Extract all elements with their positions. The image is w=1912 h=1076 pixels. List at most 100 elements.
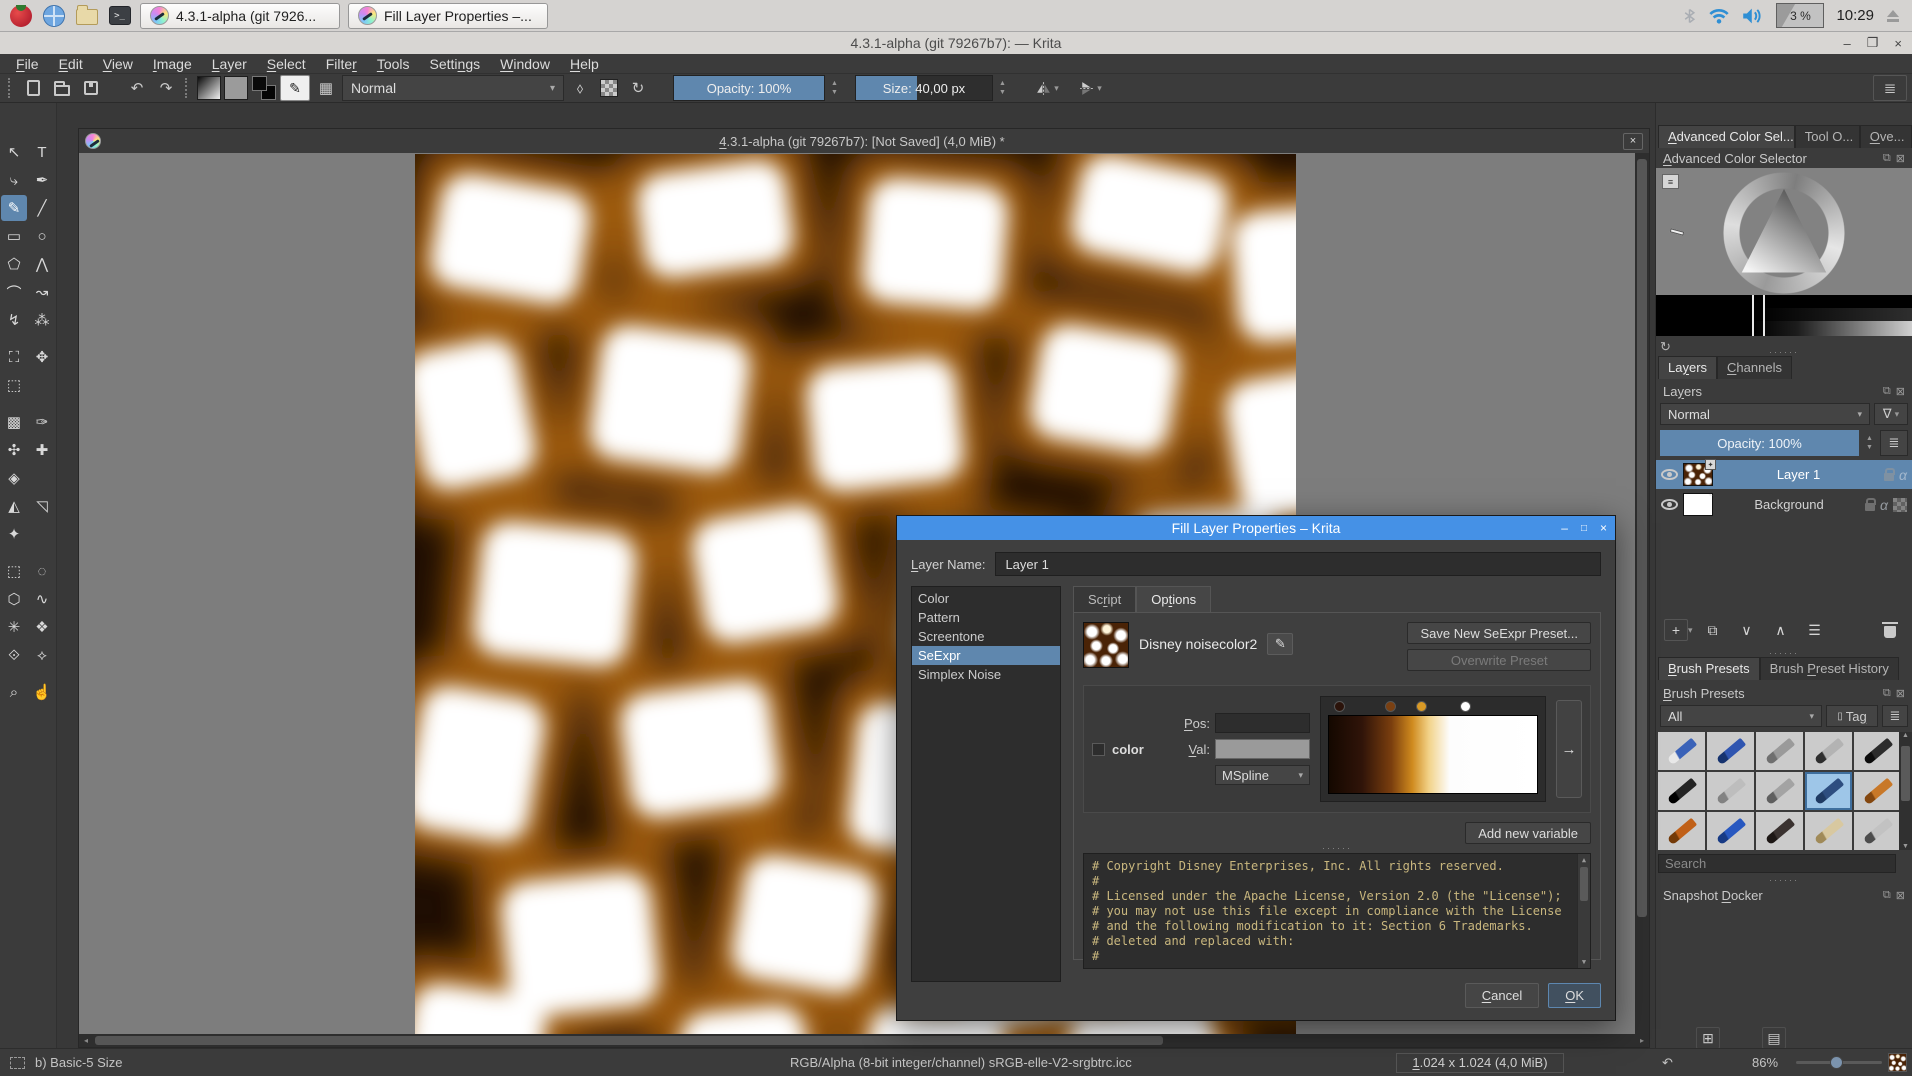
lock-icon[interactable]: [1884, 473, 1894, 481]
generator-type-seexpr[interactable]: SeExpr: [912, 646, 1060, 665]
close-icon[interactable]: ×: [1600, 521, 1607, 535]
volume-icon[interactable]: [1742, 7, 1764, 25]
zoom-reset-icon[interactable]: ↶: [1662, 1055, 1673, 1071]
crop-tool-icon[interactable]: ⬚: [1, 372, 27, 398]
line-tool-icon[interactable]: ╱: [29, 195, 55, 221]
brush-preset-basic-brush[interactable]: [1805, 772, 1852, 810]
measure-tool-icon[interactable]: ◹: [29, 493, 55, 519]
toolbar-drag-handle[interactable]: [8, 78, 14, 98]
delete-layer-button[interactable]: [1876, 617, 1904, 643]
float-docker-icon[interactable]: ⧉: [1883, 152, 1891, 165]
acs-docker-header[interactable]: Advanced Color Selector ⧉⊠: [1656, 148, 1912, 168]
blending-mode-select[interactable]: Normal ▾: [342, 75, 564, 101]
zoom-slider-thumb[interactable]: [1830, 1056, 1843, 1069]
overview-map-button[interactable]: [1888, 1053, 1907, 1072]
layers-docker-header[interactable]: Layers ⧉⊠: [1656, 381, 1912, 401]
bezier-select-tool-icon[interactable]: ⟐: [1, 642, 27, 668]
minimize-icon[interactable]: –: [1561, 521, 1568, 535]
size-spinner[interactable]: ▲▼: [996, 75, 1009, 101]
save-new-preset-button[interactable]: Save New SeExpr Preset...: [1407, 622, 1591, 644]
rectangle-tool-icon[interactable]: ▭: [1, 223, 27, 249]
brush-presets-header[interactable]: Brush Presets ⧉⊠: [1656, 683, 1912, 703]
menu-view[interactable]: View: [93, 54, 143, 74]
scroll-right-icon[interactable]: ▸: [1635, 1034, 1649, 1047]
ellipse-tool-icon[interactable]: ○: [29, 223, 55, 249]
gradient-stop-3[interactable]: [1460, 701, 1471, 712]
tab-advanced-color-selector[interactable]: Advanced Color Sel...: [1658, 125, 1795, 148]
alpha-lock-icon[interactable]: α: [1899, 467, 1907, 483]
brush-preset-chooser-button[interactable]: ▦: [313, 75, 339, 101]
restore-icon[interactable]: ❐: [1867, 35, 1879, 51]
close-docker-icon[interactable]: ⊠: [1896, 889, 1905, 902]
vertical-scrollbar[interactable]: [1635, 153, 1649, 1034]
splitter-handle[interactable]: ······: [1083, 844, 1591, 852]
interpolation-select[interactable]: MSpline ▾: [1215, 765, 1310, 785]
close-icon[interactable]: ×: [1894, 36, 1902, 51]
reference-images-tool-icon[interactable]: ✦: [1, 521, 27, 547]
chevron-down-icon[interactable]: ▾: [1688, 625, 1693, 636]
alpha-lock-icon[interactable]: α: [1880, 497, 1888, 513]
rect-select-tool-icon[interactable]: ⬚: [1, 558, 27, 584]
generator-type-screentone[interactable]: Screentone: [912, 627, 1060, 646]
canvas-subwindow-titlebar[interactable]: 4.3.1-alpha (git 79267b7): [Not Saved] (…: [79, 129, 1649, 153]
tab-layers[interactable]: Layers: [1658, 356, 1717, 379]
scrollbar-thumb[interactable]: [1637, 159, 1647, 917]
save-button[interactable]: [78, 75, 104, 101]
color-history-strips[interactable]: [1656, 295, 1912, 336]
brush-preset-airbrush-linear[interactable]: [1805, 732, 1852, 770]
menu-filter[interactable]: Filter: [316, 54, 367, 74]
cancel-button[interactable]: Cancel: [1465, 983, 1539, 1008]
tab-channels[interactable]: Channels: [1717, 356, 1792, 379]
splitter-handle[interactable]: ······: [1656, 877, 1912, 883]
select-shapes-tool-icon[interactable]: ↖: [1, 139, 27, 165]
brush-preset-ink-pen[interactable]: [1854, 732, 1901, 770]
tab-script[interactable]: Script: [1073, 586, 1136, 612]
brush-preset-eraser-small[interactable]: [1658, 732, 1705, 770]
assistants-tool-icon[interactable]: ◭: [1, 493, 27, 519]
zoom-tool-icon[interactable]: ⌕: [1, 679, 27, 705]
layer-thumbnail[interactable]: ⌁: [1683, 493, 1713, 516]
similar-color-select-tool-icon[interactable]: ✳: [1, 614, 27, 640]
multibrush-tool-icon[interactable]: ⁂: [29, 307, 55, 333]
dialog-titlebar[interactable]: Fill Layer Properties – Krita – □ ×: [897, 516, 1615, 540]
splitter-handle[interactable]: ······: [1656, 349, 1912, 355]
polygon-tool-icon[interactable]: ⬠: [1, 251, 27, 277]
generator-type-color[interactable]: Color: [912, 589, 1060, 608]
size-slider[interactable]: Size: 40,00 px: [855, 75, 993, 101]
float-docker-icon[interactable]: ⧉: [1883, 687, 1891, 700]
eject-icon[interactable]: [1886, 10, 1900, 22]
layer-view-mode-button[interactable]: ≣: [1880, 430, 1908, 456]
generator-type-pattern[interactable]: Pattern: [912, 608, 1060, 627]
maximize-icon[interactable]: □: [1581, 523, 1587, 534]
clock[interactable]: 10:29: [1836, 7, 1874, 24]
freehand-brush-tool-icon[interactable]: ✎: [1, 195, 27, 221]
move-tool-icon[interactable]: ✥: [29, 344, 55, 370]
eraser-mode-button[interactable]: ⬨: [567, 75, 593, 101]
foreground-background-colors[interactable]: [251, 75, 277, 101]
gradient-stop-2[interactable]: [1416, 701, 1427, 712]
polygon-select-tool-icon[interactable]: ⬡: [1, 586, 27, 612]
brush-preset-fineliner[interactable]: [1854, 812, 1901, 850]
smart-patch-tool-icon[interactable]: ✚: [29, 437, 55, 463]
brush-preset-detail-brush[interactable]: [1658, 812, 1705, 850]
edit-shapes-tool-icon[interactable]: ⤷: [1, 167, 27, 193]
layer-row-background[interactable]: ⌁ Background α: [1656, 490, 1912, 519]
dynamic-brush-tool-icon[interactable]: ↯: [1, 307, 27, 333]
palette-add-button[interactable]: ⊞: [1696, 1027, 1720, 1049]
terminal-icon[interactable]: >_: [107, 3, 132, 28]
layer-blend-mode-select[interactable]: Normal ▾: [1660, 403, 1870, 425]
document-size-status[interactable]: 1.024 x 1.024 (4,0 MiB): [1396, 1053, 1564, 1073]
snapshot-docker-header[interactable]: Snapshot Docker ⧉⊠: [1656, 885, 1912, 905]
selection-status-icon[interactable]: [10, 1057, 25, 1069]
close-docker-icon[interactable]: ⊠: [1896, 152, 1905, 165]
float-docker-icon[interactable]: ⧉: [1883, 889, 1891, 902]
layer-visibility-icon[interactable]: [1661, 499, 1678, 510]
undo-button[interactable]: ↶: [124, 75, 150, 101]
acs-settings-icon[interactable]: ≡: [1662, 174, 1679, 189]
gradient-swatch[interactable]: [197, 76, 221, 100]
float-docker-icon[interactable]: ⧉: [1883, 385, 1891, 398]
toolbar-drag-handle[interactable]: [185, 78, 191, 98]
tag-button[interactable]: ▯Tag: [1826, 705, 1878, 727]
layer-visibility-icon[interactable]: [1661, 469, 1678, 480]
opacity-spinner[interactable]: ▲▼: [828, 75, 841, 101]
